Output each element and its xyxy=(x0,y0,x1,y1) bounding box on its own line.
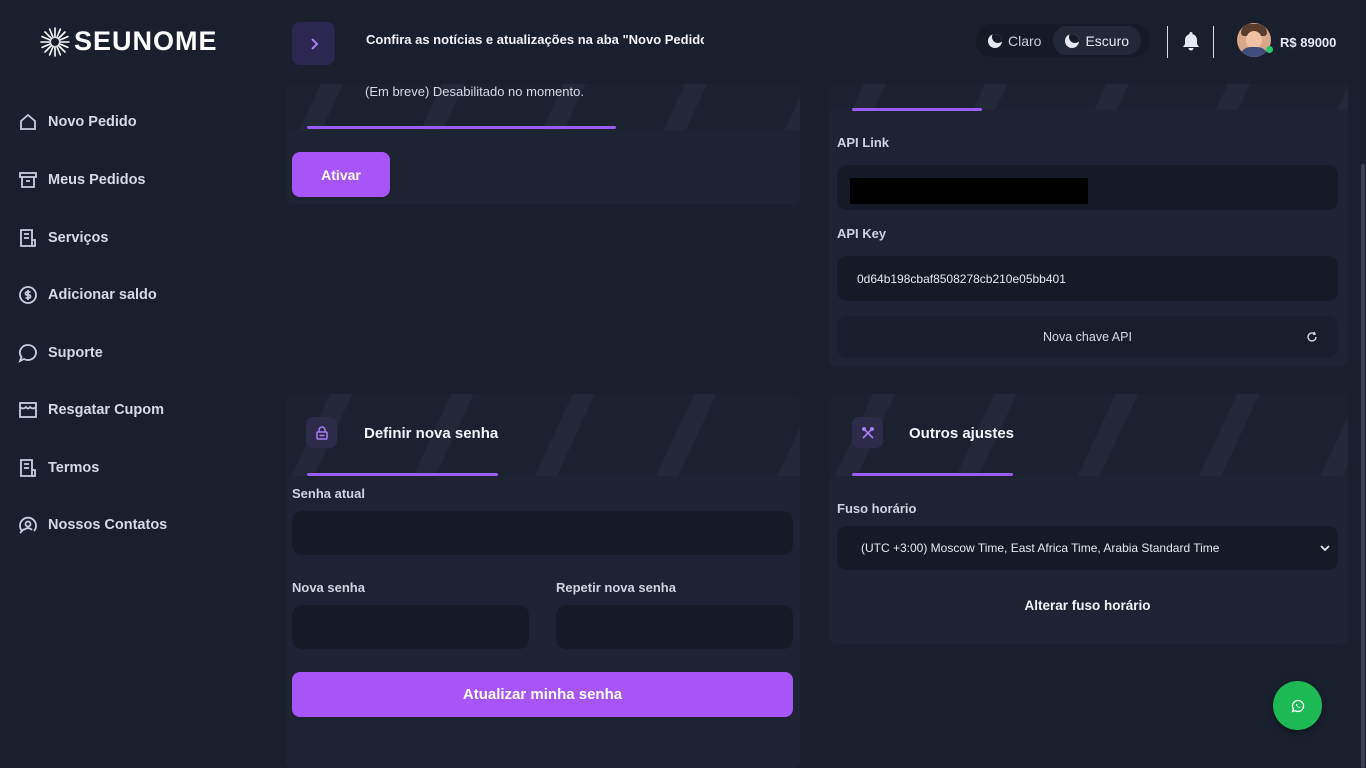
archive-icon xyxy=(18,170,38,190)
avatar[interactable] xyxy=(1237,23,1271,57)
brand-name: SEUNOME xyxy=(74,26,218,56)
repeat-password-field[interactable] xyxy=(556,605,793,649)
store-icon xyxy=(18,400,38,420)
card-header: (Em breve) Desabilitado no momento. xyxy=(286,84,800,130)
sidebar-item-servicos[interactable]: Serviços xyxy=(18,226,108,250)
sidebar-item-label: Nossos Contatos xyxy=(48,517,168,533)
theme-switcher: Claro Escuro xyxy=(976,24,1150,57)
password-card-title: Definir nova senha xyxy=(364,425,499,442)
api-link-field[interactable] xyxy=(837,165,1338,210)
document-icon xyxy=(18,458,38,478)
sidebar-item-nossos-contatos[interactable]: Nossos Contatos xyxy=(18,513,167,537)
timezone-label: Fuso horário xyxy=(837,501,917,516)
sidebar-item-label: Serviços xyxy=(48,230,109,246)
whatsapp-icon xyxy=(1291,699,1304,712)
update-password-button[interactable]: Atualizar minha senha xyxy=(292,672,793,717)
sunburst-logo-icon xyxy=(40,26,70,57)
new-api-key-button[interactable]: Nova chave API xyxy=(837,316,1338,358)
divider xyxy=(1167,26,1168,58)
refresh-icon xyxy=(1307,331,1317,342)
timezone-selected-value: (UTC +3:00) Moscow Time, East Africa Tim… xyxy=(861,541,1220,555)
sidebar-item-label: Resgatar Cupom xyxy=(48,402,165,418)
new-password-label: Nova senha xyxy=(292,580,365,595)
api-key-field[interactable] xyxy=(837,256,1338,301)
sidebar-toggle-button[interactable] xyxy=(292,22,335,65)
sidebar: SEUNOME Novo Pedido Meus Pedidos Serviço… xyxy=(0,0,270,768)
balance-amount: R$ 89000 xyxy=(1280,35,1337,50)
sidebar-item-adicionar-saldo[interactable]: Adicionar saldo xyxy=(18,283,157,307)
affiliate-card: (Em breve) Desabilitado no momento. Ativ… xyxy=(286,84,800,204)
tab-indicator xyxy=(852,473,1013,476)
redacted-block xyxy=(850,178,1088,204)
sidebar-item-label: Adicionar saldo xyxy=(48,287,157,303)
sidebar-item-meus-pedidos[interactable]: Meus Pedidos xyxy=(18,168,146,192)
dollar-icon xyxy=(18,285,38,305)
repeat-password-label: Repetir nova senha xyxy=(556,580,676,595)
theme-light-button[interactable]: Claro xyxy=(976,26,1053,55)
current-password-label: Senha atual xyxy=(292,486,365,501)
sidebar-item-label: Termos xyxy=(48,460,100,476)
theme-dark-button[interactable]: Escuro xyxy=(1053,26,1142,55)
chevron-right-icon xyxy=(310,37,318,50)
sidebar-item-termos[interactable]: Termos xyxy=(18,456,99,480)
change-timezone-button[interactable]: Alterar fuso horário xyxy=(837,590,1338,620)
theme-light-label: Claro xyxy=(1008,32,1042,49)
new-password-field[interactable] xyxy=(292,605,529,649)
online-status-dot xyxy=(1266,46,1273,53)
sidebar-item-resgatar-cupom[interactable]: Resgatar Cupom xyxy=(18,398,164,422)
api-card: API Link API Key Nova chave API xyxy=(829,84,1348,366)
card-header: Definir nova senha xyxy=(286,394,800,476)
divider xyxy=(1213,26,1214,58)
home-icon xyxy=(18,112,38,132)
api-key-label: API Key xyxy=(837,226,887,241)
activate-button[interactable]: Ativar xyxy=(292,152,390,197)
tab-indicator xyxy=(307,473,498,476)
sidebar-item-label: Novo Pedido xyxy=(48,114,137,130)
chevron-down-icon xyxy=(1320,545,1330,552)
main-content: (Em breve) Desabilitado no momento. Ativ… xyxy=(270,84,1366,768)
chat-icon xyxy=(18,343,38,363)
sidebar-item-label: Suporte xyxy=(48,345,103,361)
moon-icon xyxy=(1065,33,1080,48)
other-settings-card: Outros ajustes Fuso horário (UTC +3:00) … xyxy=(829,394,1348,644)
password-card: Definir nova senha Senha atual Nova senh… xyxy=(286,394,800,768)
whatsapp-button[interactable] xyxy=(1273,681,1322,730)
tab-indicator xyxy=(307,126,616,129)
affiliate-description: (Em breve) Desabilitado no momento. xyxy=(365,84,584,99)
sidebar-item-label: Meus Pedidos xyxy=(48,172,146,188)
api-link-label: API Link xyxy=(837,135,890,150)
sidebar-item-suporte[interactable]: Suporte xyxy=(18,341,103,365)
topbar: Confira as notícias e atualizações na ab… xyxy=(270,0,1366,84)
announcement-marquee: Confira as notícias e atualizações na ab… xyxy=(366,32,704,47)
current-password-field[interactable] xyxy=(292,511,793,555)
bell-icon[interactable] xyxy=(1180,30,1202,52)
list-icon xyxy=(18,228,38,248)
lock-icon xyxy=(306,417,337,448)
sidebar-item-novo-pedido[interactable]: Novo Pedido xyxy=(18,110,137,134)
card-header: Outros ajustes xyxy=(829,394,1348,476)
new-api-key-label: Nova chave API xyxy=(1043,330,1132,344)
timezone-select[interactable]: (UTC +3:00) Moscow Time, East Africa Tim… xyxy=(837,526,1338,570)
tab-indicator xyxy=(852,108,982,111)
tools-icon xyxy=(852,417,883,448)
brand-logo[interactable]: SEUNOME xyxy=(40,26,218,57)
card-header xyxy=(829,84,1348,111)
scrollbar[interactable] xyxy=(1361,164,1365,768)
moon-icon xyxy=(988,33,1002,48)
theme-dark-label: Escuro xyxy=(1085,32,1130,49)
contacts-icon xyxy=(18,515,38,535)
other-settings-title: Outros ajustes xyxy=(909,425,1015,442)
